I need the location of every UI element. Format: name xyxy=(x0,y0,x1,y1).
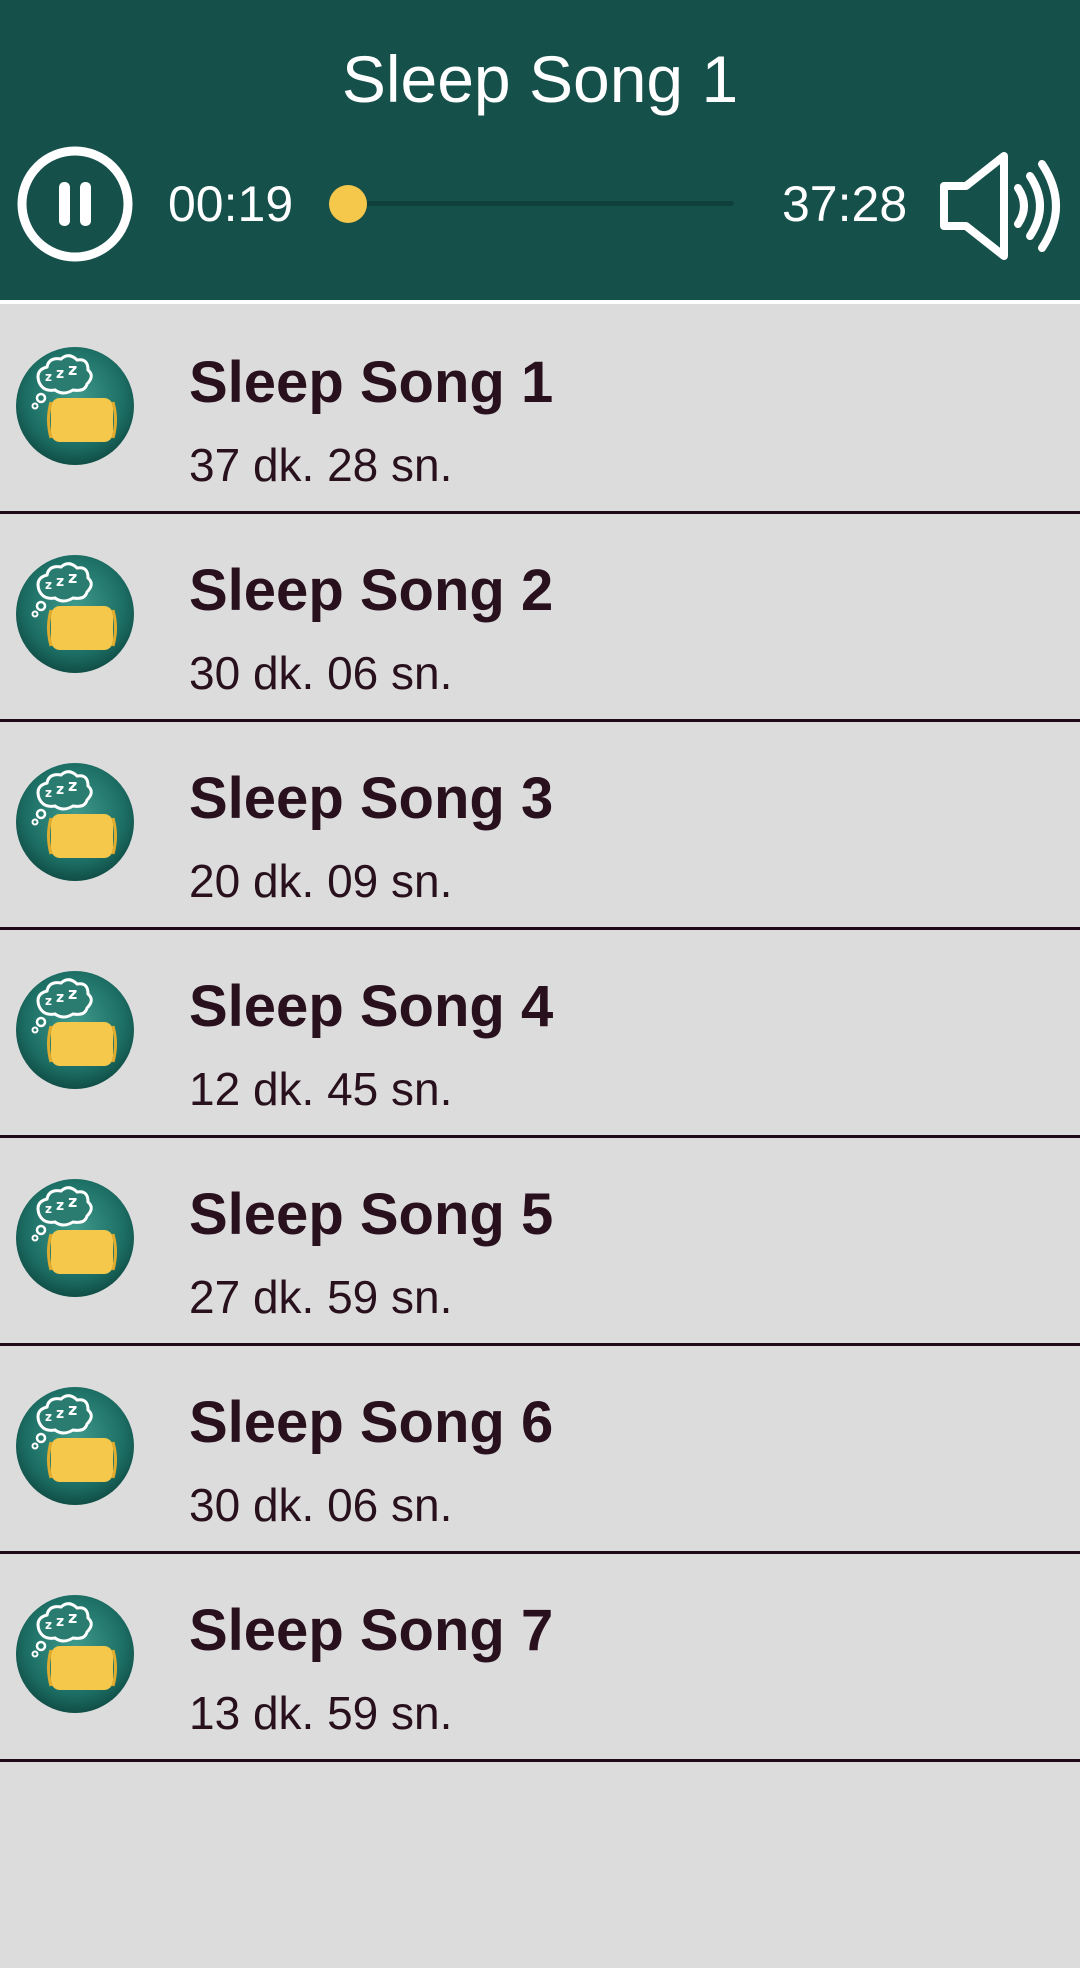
svg-text:z: z xyxy=(68,568,77,587)
song-duration: 37 dk. 28 sn. xyxy=(189,439,453,491)
svg-text:z: z xyxy=(45,1618,52,1632)
pause-button[interactable] xyxy=(16,145,134,263)
song-duration: 30 dk. 06 sn. xyxy=(189,1479,453,1531)
svg-text:z: z xyxy=(68,776,77,795)
player-divider xyxy=(0,300,1080,304)
song-list-item-2[interactable]: z z z Sleep Song 2 30 dk. 06 sn. xyxy=(0,514,1080,722)
svg-text:z: z xyxy=(45,370,52,384)
now-playing-title: Sleep Song 1 xyxy=(341,42,739,116)
sleep-pillow-icon: z z z xyxy=(15,1386,135,1506)
svg-text:z: z xyxy=(56,1614,64,1630)
sleep-pillow-icon: z z z xyxy=(15,762,135,882)
song-duration: 13 dk. 59 sn. xyxy=(189,1687,453,1739)
song-duration: 20 dk. 09 sn. xyxy=(189,855,453,907)
song-title: Sleep Song 6 xyxy=(189,1390,554,1455)
player-bar: Sleep Song 1 00:19 37:28 xyxy=(0,0,1080,300)
song-title: Sleep Song 1 xyxy=(189,350,554,415)
svg-text:z: z xyxy=(68,360,77,379)
song-list: z z z Sleep Song 1 37 dk. 28 sn. z z z S… xyxy=(0,306,1080,1762)
sleep-pillow-icon: z z z xyxy=(15,1178,135,1298)
sleep-pillow-icon: z z z xyxy=(15,1594,135,1714)
sleep-pillow-icon: z z z xyxy=(15,970,135,1090)
svg-text:z: z xyxy=(56,990,64,1006)
svg-text:z: z xyxy=(68,1192,77,1211)
svg-text:z: z xyxy=(45,994,52,1008)
svg-text:z: z xyxy=(45,786,52,800)
song-list-item-7[interactable]: z z z Sleep Song 7 13 dk. 59 sn. xyxy=(0,1554,1080,1762)
song-title: Sleep Song 3 xyxy=(189,766,554,831)
song-title: Sleep Song 7 xyxy=(189,1598,554,1663)
song-title: Sleep Song 4 xyxy=(189,974,554,1039)
song-list-item-6[interactable]: z z z Sleep Song 6 30 dk. 06 sn. xyxy=(0,1346,1080,1554)
svg-text:z: z xyxy=(56,782,64,798)
svg-text:z: z xyxy=(45,578,52,592)
svg-text:z: z xyxy=(68,1608,77,1627)
svg-text:z: z xyxy=(68,1400,77,1419)
svg-text:z: z xyxy=(56,366,64,382)
total-time: 37:28 xyxy=(782,176,908,232)
seek-thumb[interactable] xyxy=(329,185,368,223)
pause-icon xyxy=(17,146,133,262)
svg-text:z: z xyxy=(56,1198,64,1214)
song-duration: 12 dk. 45 sn. xyxy=(189,1063,453,1115)
song-duration: 27 dk. 59 sn. xyxy=(189,1271,453,1323)
song-list-item-4[interactable]: z z z Sleep Song 4 12 dk. 45 sn. xyxy=(0,930,1080,1138)
svg-text:z: z xyxy=(45,1202,52,1216)
svg-text:z: z xyxy=(45,1410,52,1424)
svg-text:z: z xyxy=(68,984,77,1003)
svg-text:z: z xyxy=(56,574,64,590)
elapsed-time: 00:19 xyxy=(168,176,294,232)
seek-slider[interactable] xyxy=(329,180,734,228)
volume-button[interactable] xyxy=(938,148,1064,264)
svg-text:z: z xyxy=(56,1406,64,1422)
song-title: Sleep Song 5 xyxy=(189,1182,554,1247)
seek-track xyxy=(330,201,734,206)
song-list-item-5[interactable]: z z z Sleep Song 5 27 dk. 59 sn. xyxy=(0,1138,1080,1346)
song-duration: 30 dk. 06 sn. xyxy=(189,647,453,699)
song-list-item-3[interactable]: z z z Sleep Song 3 20 dk. 09 sn. xyxy=(0,722,1080,930)
speaker-volume-icon xyxy=(940,152,1060,260)
sleep-pillow-icon: z z z xyxy=(15,346,135,466)
song-title: Sleep Song 2 xyxy=(189,558,554,623)
song-list-item-1[interactable]: z z z Sleep Song 1 37 dk. 28 sn. xyxy=(0,306,1080,514)
sleep-pillow-icon: z z z xyxy=(15,554,135,674)
